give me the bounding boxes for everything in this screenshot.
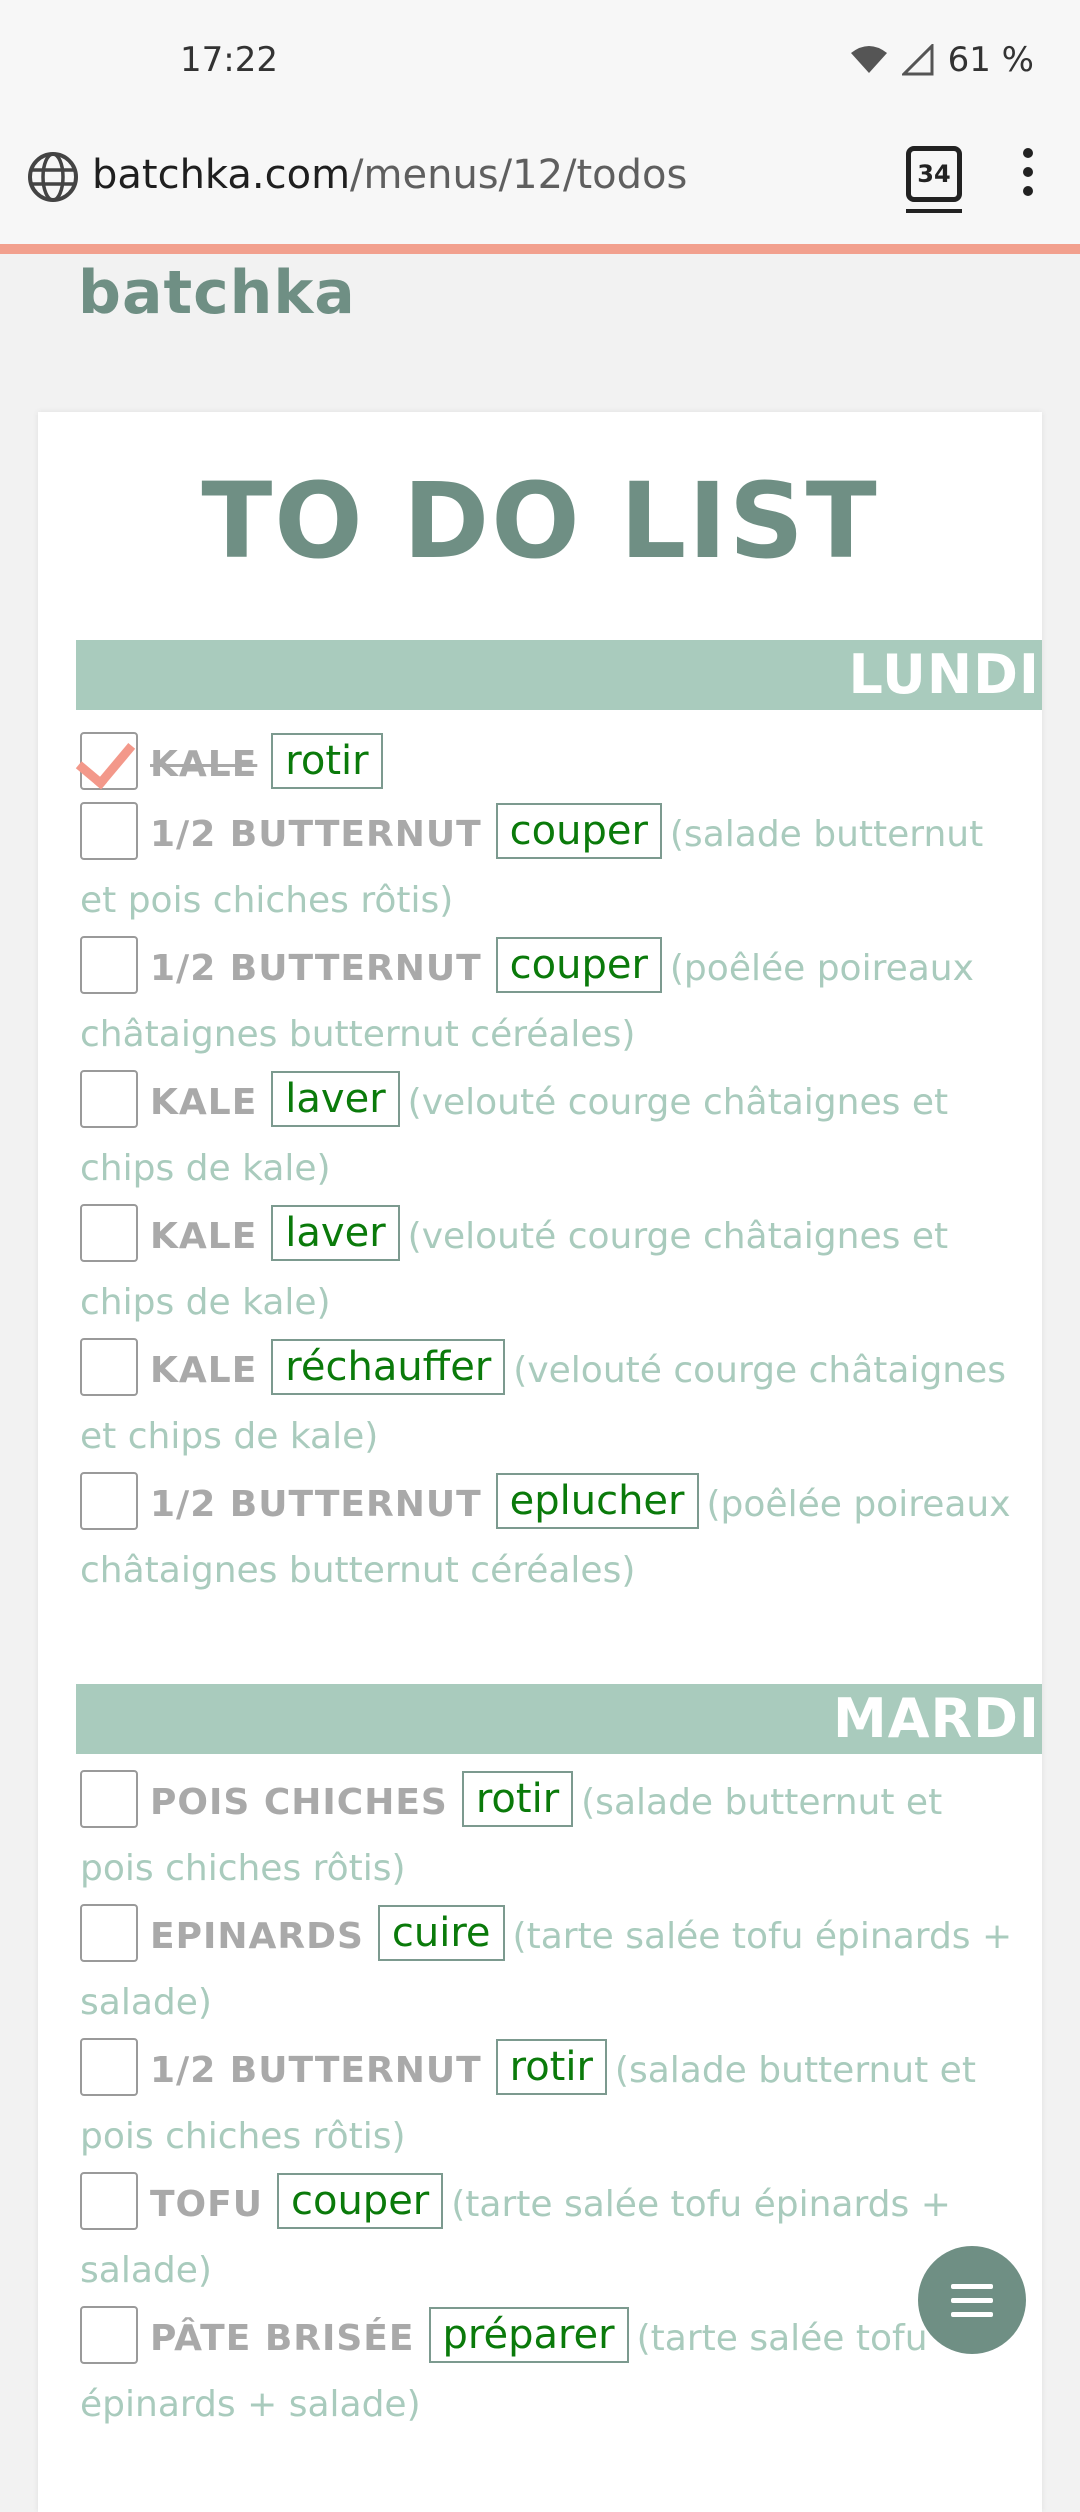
- todo-checkbox[interactable]: [80, 1770, 138, 1828]
- todo-action: laver: [271, 1071, 400, 1127]
- three-dots-icon[interactable]: [1018, 148, 1038, 208]
- globe-icon[interactable]: [26, 150, 80, 204]
- todo-ingredient: POIS CHICHES: [150, 1782, 448, 1823]
- todo-action: couper: [495, 937, 662, 993]
- todo-item: KALE réchauffer (velouté courge châtaignes…: [80, 1338, 1020, 1470]
- todo-action: cuire: [377, 1905, 505, 1961]
- todo-ingredient: 1/2 BUTTERNUT: [150, 1484, 482, 1525]
- todo-ingredient: 1/2 BUTTERNUT: [150, 948, 482, 989]
- todo-item: EPINARDS cuire (tarte salée tofu épinards …: [80, 1904, 1020, 2036]
- url-path: /menus/12/todos: [350, 152, 688, 198]
- todo-item: POIS CHICHES rotir (salade butternut et po…: [80, 1770, 1020, 1902]
- status-bar: 17:22 61 %: [0, 0, 1080, 120]
- todo-ingredient: EPINARDS: [150, 1916, 364, 1957]
- todo-checkbox[interactable]: [80, 1070, 138, 1128]
- todo-item: 1/2 BUTTERNUT rotir (salade butternut et p…: [80, 2038, 1020, 2170]
- todo-item: TOFU couper (tarte salée tofu épinards + s…: [80, 2172, 1020, 2304]
- todo-item: 1/2 BUTTERNUT couper (salade butternut et …: [80, 802, 1020, 934]
- tab-switcher-button[interactable]: 34: [906, 146, 962, 213]
- todo-checkbox[interactable]: [80, 1204, 138, 1262]
- todo-ingredient: PÂTE BRISÉE: [150, 2318, 415, 2359]
- todo-action: préparer: [428, 2307, 629, 2363]
- todo-checkbox[interactable]: [80, 732, 138, 790]
- day-header-mardi: MARDI: [76, 1684, 1042, 1754]
- todo-action: laver: [271, 1205, 400, 1261]
- todo-checkbox[interactable]: [80, 2172, 138, 2230]
- day-header-lundi: LUNDI: [76, 640, 1042, 710]
- todo-item: 1/2 BUTTERNUT couper (poêlée poireaux chât…: [80, 936, 1020, 1068]
- todo-item: KALE rotir: [80, 732, 1020, 798]
- battery-level: 61 %: [947, 40, 1034, 80]
- todo-ingredient: KALE: [150, 1350, 258, 1391]
- signal-icon: [901, 44, 934, 76]
- todo-checkbox[interactable]: [80, 2306, 138, 2364]
- todo-ingredient: KALE: [150, 1216, 258, 1257]
- page-title: TO DO LIST: [201, 460, 879, 582]
- todo-card: TO DO LIST LUNDI KALE rotir 1/2 BUTTERNUT…: [38, 412, 1042, 2512]
- day-label: LUNDI: [848, 643, 1040, 706]
- todo-ingredient: TOFU: [150, 2184, 263, 2225]
- hamburger-menu-icon[interactable]: [918, 2246, 1026, 2354]
- todo-ingredient: KALE: [150, 1082, 258, 1123]
- todo-action: eplucher: [495, 1473, 699, 1529]
- todo-action: réchauffer: [271, 1339, 506, 1395]
- site-brand[interactable]: batchka: [78, 258, 356, 328]
- todo-checkbox[interactable]: [80, 936, 138, 994]
- todo-action: rotir: [495, 2039, 607, 2095]
- todo-checkbox[interactable]: [80, 802, 138, 860]
- todo-item: PÂTE BRISÉE préparer (tarte salée tofu épi…: [80, 2306, 1020, 2438]
- day-label: MARDI: [832, 1687, 1040, 1750]
- todo-item: 1/2 BUTTERNUT eplucher (poêlée poireaux ch…: [80, 1472, 1020, 1604]
- wifi-icon: [850, 46, 887, 73]
- todo-action: rotir: [271, 733, 383, 789]
- todo-checkbox[interactable]: [80, 1472, 138, 1530]
- status-time: 17:22: [180, 40, 278, 80]
- todo-action: rotir: [461, 1771, 574, 1827]
- url-domain: batchka.com: [92, 152, 351, 198]
- todo-item: KALE laver (velouté courge châtaignes et c…: [80, 1070, 1020, 1202]
- todo-ingredient: 1/2 BUTTERNUT: [150, 814, 482, 855]
- todo-checkbox[interactable]: [80, 1904, 138, 1962]
- url-field[interactable]: batchka.com/menus/12/todos: [92, 152, 687, 198]
- todo-checkbox[interactable]: [80, 1338, 138, 1396]
- todo-checkbox[interactable]: [80, 2038, 138, 2096]
- todo-action: couper: [276, 2173, 444, 2229]
- todo-ingredient: 1/2 BUTTERNUT: [150, 2050, 482, 2091]
- browser-toolbar: batchka.com/menus/12/todos 34: [0, 120, 1080, 244]
- todo-item: KALE laver (velouté courge châtaignes et c…: [80, 1204, 1020, 1336]
- status-icons: 61 %: [850, 40, 1034, 80]
- page-load-progress: [0, 244, 1080, 254]
- todo-action: couper: [495, 803, 662, 859]
- todo-ingredient: KALE: [150, 744, 258, 785]
